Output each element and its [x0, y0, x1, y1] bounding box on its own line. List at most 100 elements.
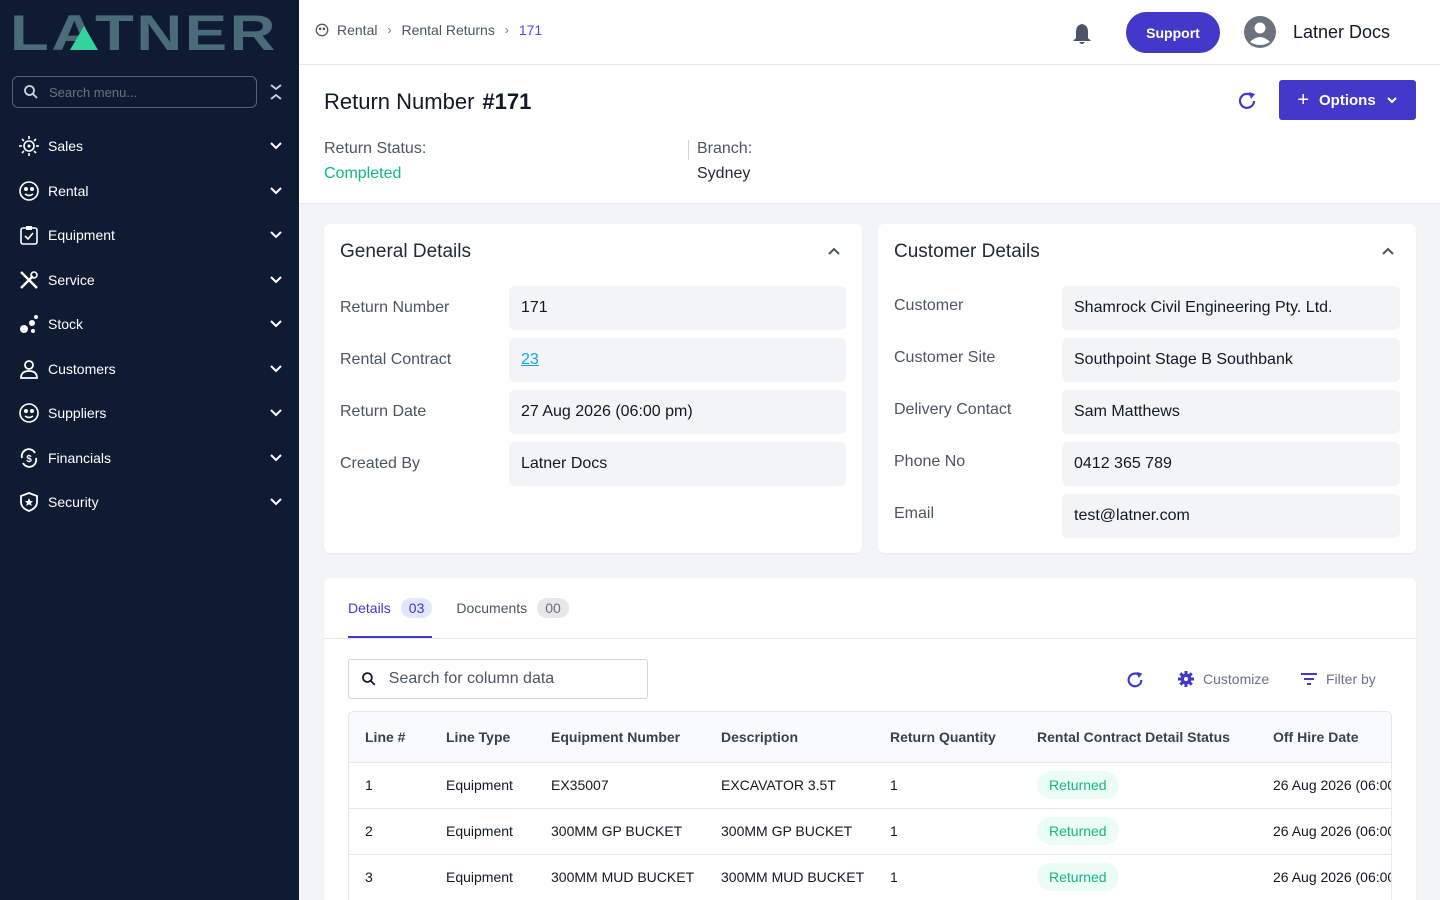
sidebar-item-rental[interactable]: Rental: [0, 169, 299, 214]
status-badge: Returned: [1037, 817, 1119, 845]
column-header[interactable]: Description: [705, 712, 874, 763]
table-row[interactable]: 2 Equipment 300MM GP BUCKET 300MM GP BUC…: [349, 808, 1391, 855]
user-name[interactable]: Latner Docs: [1293, 22, 1390, 43]
avatar[interactable]: [1244, 16, 1276, 48]
return-date-value: 27 Aug 2026 (06:00 pm): [509, 390, 846, 434]
table-row[interactable]: 1 Equipment EX35007 EXCAVATOR 3.5T 1 Ret…: [349, 762, 1391, 809]
support-button[interactable]: Support: [1126, 12, 1220, 53]
refresh-icon[interactable]: [1125, 670, 1145, 690]
chevron-down-icon: [270, 409, 282, 417]
breadcrumb-separator-icon: ›: [387, 23, 392, 37]
tab-label: Details: [348, 600, 391, 616]
rental-contract-link[interactable]: 23: [521, 351, 539, 369]
chevron-down-icon: [270, 187, 282, 195]
sidebar-item-sales[interactable]: Sales: [0, 124, 299, 169]
status-badge: Completed: [324, 165, 402, 182]
collapse-sidebar-icon[interactable]: [268, 82, 284, 102]
sidebar-item-service[interactable]: Service: [0, 258, 299, 303]
column-header[interactable]: Equipment Number: [535, 712, 705, 763]
table-cell: 1: [874, 762, 1021, 809]
filter-label: Filter by: [1326, 671, 1376, 687]
page-title-prefix: Return Number: [324, 89, 475, 114]
column-header[interactable]: Line Type: [430, 712, 535, 763]
email-value: test@latner.com: [1062, 494, 1400, 538]
table-cell: Equipment: [430, 808, 535, 855]
sidebar-item-stock[interactable]: Stock: [0, 302, 299, 347]
return-header: Return Number #171 + Options Return Statu…: [299, 65, 1440, 204]
column-header[interactable]: Return Quantity: [874, 712, 1021, 763]
delivery-contact-value: Sam Matthews: [1062, 390, 1400, 434]
field-row: Customer: [894, 284, 963, 328]
sidebar-item-suppliers[interactable]: Suppliers: [0, 391, 299, 436]
customers-icon: [18, 358, 40, 380]
chevron-down-icon: [270, 142, 282, 150]
field-label: Created By: [340, 455, 421, 472]
divider: [688, 140, 689, 160]
return-status-label: Return Status:: [324, 140, 427, 157]
customer-value: Shamrock Civil Engineering Pty. Ltd.: [1062, 286, 1400, 330]
chevron-up-icon[interactable]: [1381, 244, 1395, 258]
field-row: Customer Site: [894, 336, 995, 380]
customer-site-value: Southpoint Stage B Southbank: [1062, 338, 1400, 382]
column-search-input[interactable]: [388, 670, 635, 688]
chevron-up-icon[interactable]: [827, 244, 841, 258]
sidebar-item-security[interactable]: Security: [0, 480, 299, 525]
customize-button[interactable]: Customize: [1177, 670, 1269, 688]
breadcrumb-rental[interactable]: Rental: [337, 22, 377, 38]
tab-details[interactable]: Details 03: [348, 578, 433, 638]
menu-search-input[interactable]: [49, 84, 229, 100]
sidebar-item-financials[interactable]: $ Financials: [0, 436, 299, 481]
field-label: Return Date: [340, 403, 427, 420]
tab-documents[interactable]: Documents 00: [456, 578, 569, 638]
field-label: Return Number: [340, 299, 450, 316]
table-cell: Equipment: [430, 854, 535, 900]
chevron-down-icon: [270, 498, 282, 506]
bell-icon[interactable]: [1071, 22, 1093, 46]
column-header[interactable]: Line #: [349, 712, 430, 763]
filter-button[interactable]: Filter by: [1300, 670, 1376, 688]
latner-logo[interactable]: LATNER: [10, 12, 280, 52]
sidebar-item-label: Suppliers: [48, 405, 107, 422]
customer-details-title: Customer Details: [894, 241, 1040, 262]
financials-icon: $: [18, 447, 40, 469]
top-bar: Rental › Rental Returns › 171 Support La…: [299, 0, 1440, 65]
svg-text:LATNER: LATNER: [10, 12, 278, 52]
chevron-down-icon: [270, 320, 282, 328]
sidebar-item-customers[interactable]: Customers: [0, 347, 299, 392]
sidebar-item-equipment[interactable]: Equipment: [0, 213, 299, 258]
return-number-value: 171: [509, 286, 846, 330]
chevron-down-icon: [270, 365, 282, 373]
search-icon: [24, 85, 38, 99]
chevron-down-icon: [270, 454, 282, 462]
column-search-field[interactable]: [348, 659, 648, 699]
branch-field: Branch: Sydney: [697, 140, 752, 183]
breadcrumb-rental-returns[interactable]: Rental Returns: [401, 22, 494, 38]
field-label: Delivery Contact: [894, 401, 1012, 418]
sidebar-item-label: Rental: [48, 182, 89, 199]
table-cell: 1: [874, 808, 1021, 855]
field-label: Rental Contract: [340, 351, 452, 368]
search-icon: [362, 672, 376, 686]
table-cell: EX35007: [535, 762, 705, 809]
table-cell: EXCAVATOR 3.5T: [705, 762, 874, 809]
table-cell: Returned: [1021, 854, 1257, 900]
breadcrumb-separator-icon: ›: [504, 23, 509, 37]
table-row[interactable]: 3 Equipment 300MM MUD BUCKET 300MM MUD B…: [349, 854, 1391, 900]
table-cell: Returned: [1021, 762, 1257, 809]
phone-value: 0412 365 789: [1062, 442, 1400, 486]
sidebar-item-label: Financials: [48, 449, 112, 466]
column-header[interactable]: Off Hire Date: [1257, 712, 1391, 763]
field-row: Return Date: [340, 390, 426, 434]
refresh-icon[interactable]: [1236, 90, 1258, 112]
table-cell: 300MM MUD BUCKET: [705, 854, 874, 900]
field-row: Delivery Contact: [894, 388, 1011, 432]
details-table-card: Details 03 Documents 00 Customize Filter…: [324, 578, 1416, 900]
status-badge: Returned: [1037, 863, 1119, 891]
menu-search-field[interactable]: [12, 76, 257, 108]
table-cell: 3: [349, 854, 430, 900]
table-cell: 300MM GP BUCKET: [535, 808, 705, 855]
column-header[interactable]: Rental Contract Detail Status: [1021, 712, 1257, 763]
page-title: Return Number #171: [324, 89, 531, 115]
options-button[interactable]: + Options: [1279, 80, 1416, 120]
options-label: Options: [1319, 91, 1376, 109]
